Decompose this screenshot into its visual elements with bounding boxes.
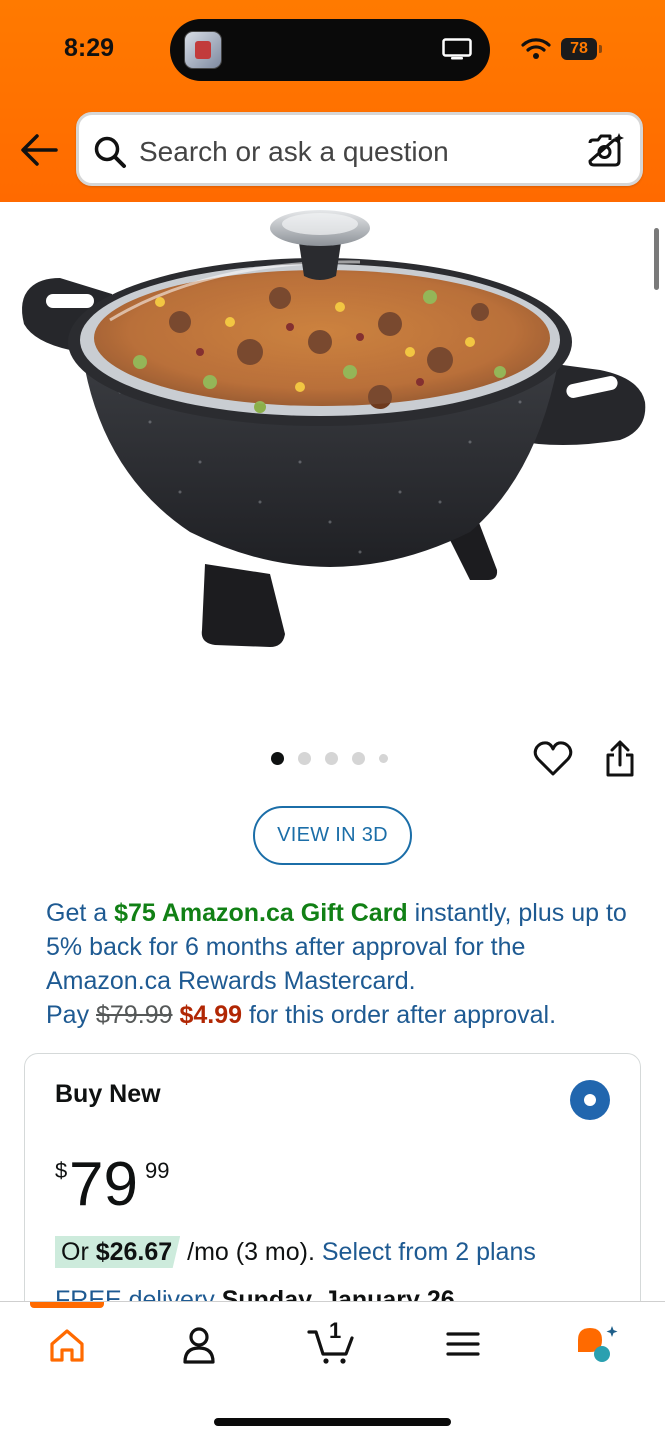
battery-indicator: 78 <box>561 38 602 60</box>
camera-icon[interactable] <box>586 131 626 169</box>
promo-text: for this order after approval. <box>242 1001 557 1029</box>
search-input[interactable]: Search or ask a question <box>139 136 449 168</box>
installment-prefix: Or <box>61 1238 96 1266</box>
buy-new-radio[interactable] <box>570 1080 610 1120</box>
pager-dot[interactable] <box>379 754 388 763</box>
home-icon[interactable] <box>42 1322 92 1366</box>
status-time: 8:29 <box>64 34 115 62</box>
price-currency: $ <box>55 1158 68 1183</box>
cart-count: 1 <box>329 1318 342 1343</box>
select-plans-link[interactable]: Select from 2 plans <box>322 1238 536 1266</box>
home-indicator[interactable] <box>214 1418 451 1426</box>
pager-dot[interactable] <box>271 752 284 765</box>
top-header: 8:29 78 Search or ask a question <box>0 0 665 202</box>
image-pager[interactable] <box>271 752 388 765</box>
dynamic-island <box>170 19 490 81</box>
bottom-navigation: 1 <box>0 1301 665 1440</box>
share-icon[interactable] <box>603 740 637 778</box>
pager-dot[interactable] <box>298 752 311 765</box>
account-icon[interactable] <box>174 1322 224 1366</box>
live-activity-app-icon <box>184 31 222 69</box>
product-image[interactable] <box>0 202 665 722</box>
promo-old-price: $79.99 <box>96 1001 173 1029</box>
promo-text: Get a <box>46 899 115 927</box>
installment-amount: $26.67 <box>95 1238 173 1266</box>
rufus-icon[interactable] <box>572 1322 622 1366</box>
price-fraction: 99 <box>145 1158 170 1183</box>
search-bar[interactable]: Search or ask a question <box>76 112 643 186</box>
promo-new-price: $4.99 <box>179 1001 243 1029</box>
menu-icon[interactable] <box>438 1322 488 1366</box>
active-tab-indicator <box>30 1302 104 1308</box>
credit-card-promo[interactable]: Get a $75 Amazon.ca Gift Card instantly,… <box>46 896 636 1032</box>
scroll-indicator[interactable] <box>654 228 659 290</box>
screen-mirroring-icon <box>442 38 472 60</box>
view-in-3d-button[interactable]: VIEW IN 3D <box>253 806 412 865</box>
buy-new-title: Buy New <box>55 1080 161 1108</box>
pager-dot[interactable] <box>352 752 365 765</box>
back-arrow-icon[interactable] <box>20 133 58 167</box>
installment-suffix: /mo (3 mo). <box>180 1238 322 1266</box>
installment-line: Or $26.67 /mo (3 mo). Select from 2 plan… <box>55 1236 536 1268</box>
price-whole: 79 <box>69 1150 138 1219</box>
pager-dot[interactable] <box>325 752 338 765</box>
promo-text: Pay <box>46 1001 97 1029</box>
installment-highlight: Or $26.67 <box>55 1236 181 1268</box>
promo-gift-card: $75 Amazon.ca Gift Card <box>114 899 408 927</box>
wifi-icon <box>521 38 551 59</box>
search-icon <box>94 136 126 168</box>
heart-icon[interactable] <box>533 740 573 778</box>
